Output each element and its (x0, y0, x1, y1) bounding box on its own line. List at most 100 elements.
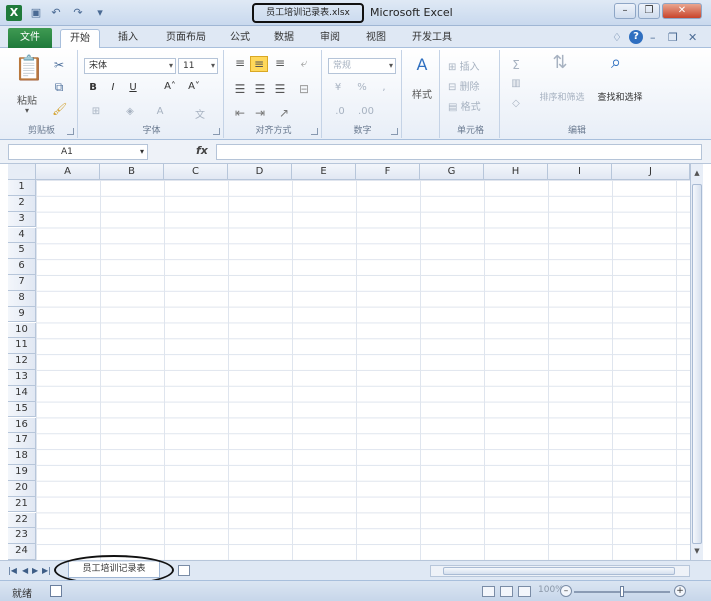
border-icon[interactable]: ⊞ (86, 106, 106, 117)
close-button[interactable]: ✕ (662, 3, 702, 19)
cell-area[interactable] (36, 180, 690, 560)
underline-icon[interactable]: U (126, 82, 140, 93)
tab-home[interactable]: 开始 (60, 29, 100, 49)
formula-input[interactable] (216, 144, 702, 160)
first-sheet-icon[interactable]: |◀ (8, 566, 17, 575)
tab-page-layout[interactable]: 页面布局 (158, 29, 214, 48)
comma-icon[interactable]: , (376, 82, 392, 93)
tab-view[interactable]: 视图 (358, 29, 394, 48)
column-header-i[interactable]: I (548, 164, 612, 180)
alignment-launcher-icon[interactable] (311, 128, 318, 135)
increase-indent-icon[interactable]: ⇥ (252, 106, 268, 120)
row-header[interactable]: 24 (8, 544, 36, 560)
row-header[interactable]: 8 (8, 290, 36, 307)
minimize-button[interactable]: – (614, 3, 636, 19)
align-center-icon[interactable]: ☰ (252, 82, 268, 96)
row-header[interactable]: 1 (8, 180, 36, 196)
styles-icon[interactable]: A (412, 57, 432, 73)
vertical-scrollbar[interactable]: ▲ ▼ (690, 164, 703, 560)
column-header-e[interactable]: E (292, 164, 356, 180)
next-sheet-icon[interactable]: ▶ (32, 566, 38, 575)
decrease-indent-icon[interactable]: ⇤ (232, 106, 248, 120)
row-header[interactable]: 22 (8, 512, 36, 529)
restore-button[interactable]: ❐ (638, 3, 660, 19)
currency-icon[interactable]: ¥ (330, 82, 346, 93)
undo-icon[interactable]: ↶ (50, 7, 62, 19)
clear-icon[interactable]: ◇ (508, 98, 524, 109)
zoom-slider-thumb[interactable] (620, 586, 624, 597)
font-color-icon[interactable]: A (150, 106, 170, 117)
orientation-icon[interactable]: ↗ (276, 106, 292, 120)
row-header[interactable]: 7 (8, 275, 36, 291)
zoom-in-icon[interactable]: + (674, 585, 686, 597)
row-header[interactable]: 18 (8, 449, 36, 465)
merge-cells-icon[interactable]: ⊟ (296, 82, 312, 96)
prev-sheet-icon[interactable]: ◀ (22, 566, 28, 575)
row-header[interactable]: 19 (8, 465, 36, 481)
align-left-icon[interactable]: ☰ (232, 82, 248, 96)
row-header[interactable]: 17 (8, 433, 36, 450)
font-launcher-icon[interactable] (213, 128, 220, 135)
clipboard-launcher-icon[interactable] (67, 128, 74, 135)
paste-button[interactable]: 粘贴 (12, 92, 42, 107)
paste-icon[interactable]: 📋 (14, 54, 44, 84)
zoom-out-icon[interactable]: – (560, 585, 572, 597)
column-header-c[interactable]: C (164, 164, 228, 180)
column-header-b[interactable]: B (100, 164, 164, 180)
column-header-a[interactable]: A (36, 164, 100, 180)
redo-icon[interactable]: ↷ (72, 7, 84, 19)
decrease-decimal-icon[interactable]: .00 (356, 106, 376, 117)
paste-dropdown-icon[interactable]: ▾ (20, 106, 34, 115)
copy-icon[interactable]: ⧉ (52, 80, 66, 94)
row-header[interactable]: 11 (8, 338, 36, 355)
tab-data[interactable]: 数据 (266, 29, 302, 48)
row-header[interactable]: 14 (8, 385, 36, 402)
styles-button[interactable]: 样式 (406, 86, 438, 101)
find-icon[interactable]: ⌕ (604, 54, 628, 72)
insert-function-icon[interactable]: fx (196, 144, 208, 157)
tab-review[interactable]: 审阅 (312, 29, 348, 48)
shrink-font-icon[interactable]: A˅ (184, 81, 204, 92)
bold-icon[interactable]: B (86, 82, 100, 93)
format-painter-icon[interactable]: 🖌 (52, 102, 67, 116)
percent-icon[interactable]: % (354, 82, 370, 93)
scroll-down-icon[interactable]: ▼ (692, 546, 702, 556)
cut-icon[interactable]: ✂ (52, 58, 66, 72)
fill-icon[interactable]: ▥ (508, 78, 524, 89)
row-header[interactable]: 21 (8, 496, 36, 513)
row-header[interactable]: 12 (8, 354, 36, 370)
column-header-g[interactable]: G (420, 164, 484, 180)
macro-record-icon[interactable] (50, 585, 62, 597)
grow-font-icon[interactable]: A˄ (160, 81, 180, 92)
row-header[interactable]: 23 (8, 528, 36, 545)
scroll-up-icon[interactable]: ▲ (692, 168, 702, 178)
select-all-corner[interactable] (8, 164, 36, 180)
font-name-combo[interactable]: 宋体 ▾ (84, 58, 176, 74)
phonetic-icon[interactable]: 文 (190, 106, 210, 121)
row-header[interactable]: 16 (8, 417, 36, 434)
horizontal-scrollbar[interactable] (430, 565, 690, 577)
row-header[interactable]: 2 (8, 195, 36, 212)
format-cells-button[interactable]: ▤ 格式 (448, 98, 496, 113)
sort-filter-button[interactable]: 排序和筛选 (532, 90, 592, 103)
row-header[interactable]: 10 (8, 322, 36, 339)
column-header-j[interactable]: J (612, 164, 690, 180)
column-header-h[interactable]: H (484, 164, 548, 180)
find-select-button[interactable]: 查找和选择 (590, 90, 650, 103)
insert-cells-button[interactable]: ⊞ 插入 (448, 58, 496, 73)
tab-file[interactable]: 文件 (8, 28, 52, 48)
doc-close-icon[interactable]: ✕ (688, 31, 697, 44)
doc-minimize-icon[interactable]: – (650, 31, 656, 44)
align-right-icon[interactable]: ☰ (272, 82, 288, 96)
horizontal-scroll-thumb[interactable] (443, 567, 675, 575)
row-header[interactable]: 3 (8, 211, 36, 228)
row-header[interactable]: 5 (8, 243, 36, 260)
vertical-scroll-thumb[interactable] (692, 184, 702, 544)
last-sheet-icon[interactable]: ▶| (42, 566, 51, 575)
row-header[interactable]: 9 (8, 306, 36, 323)
excel-app-icon[interactable]: X (6, 5, 22, 21)
sort-icon[interactable]: ⇅ (548, 54, 572, 72)
row-header[interactable]: 15 (8, 401, 36, 418)
column-header-d[interactable]: D (228, 164, 292, 180)
delete-cells-button[interactable]: ⊟ 删除 (448, 78, 496, 93)
